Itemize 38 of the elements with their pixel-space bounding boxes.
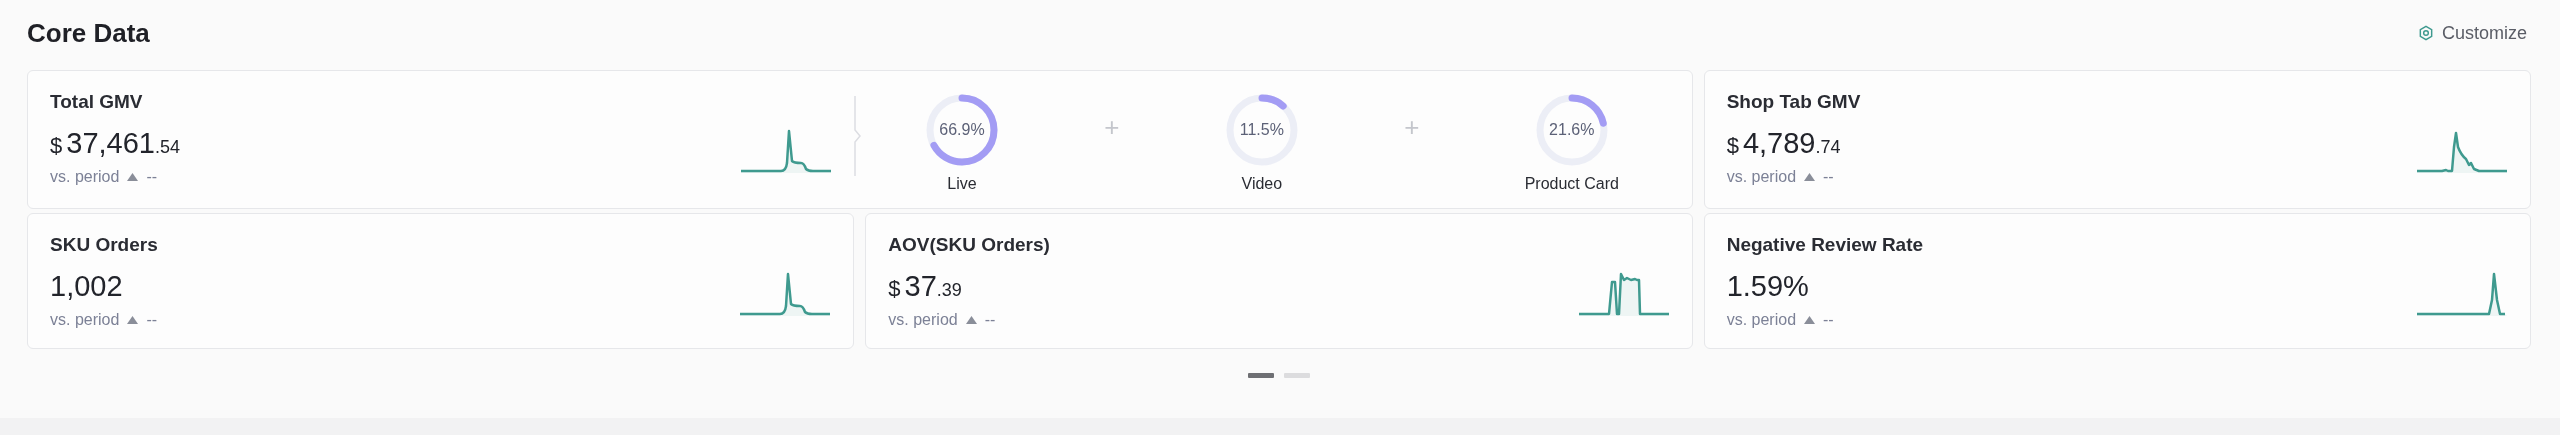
- metric-value: $37.39: [888, 270, 963, 303]
- metric-value: 1.59%: [1726, 270, 1810, 303]
- percent-label: 66.9%: [939, 121, 985, 138]
- settings-icon: [2417, 25, 2434, 41]
- comparison-label: vs. period: [50, 311, 120, 329]
- triangle-up-icon: [1804, 316, 1816, 324]
- change-value: --: [146, 168, 158, 186]
- metric-title: Total GMV: [50, 91, 144, 113]
- plus-sign: +: [1104, 112, 1120, 143]
- channel-label: Video: [1241, 174, 1283, 193]
- channel-label: Live: [947, 174, 977, 193]
- change-value: --: [146, 311, 158, 329]
- metric-title: Negative Review Rate: [1726, 234, 1924, 256]
- metric-title: SKU Orders: [50, 234, 158, 256]
- section-title: Core Data: [27, 17, 150, 49]
- customize-button[interactable]: Customize: [2413, 20, 2531, 46]
- percent-label: 21.6%: [1549, 121, 1595, 138]
- change-value: --: [984, 311, 996, 329]
- channel-label: Product Card: [1524, 174, 1619, 193]
- triangle-up-icon: [1804, 173, 1816, 181]
- triangle-up-icon: [127, 173, 139, 181]
- page-indicator[interactable]: [1284, 373, 1310, 378]
- percent-label: 11.5%: [1239, 121, 1284, 138]
- metric-value: $4,789.74: [1726, 127, 1842, 160]
- metric-value: 1,002: [50, 270, 124, 303]
- page-indicator[interactable]: [1248, 373, 1274, 378]
- comparison-label: vs. period: [888, 311, 958, 329]
- triangle-up-icon: [127, 316, 139, 324]
- triangle-up-icon: [965, 316, 977, 324]
- comparison-label: vs. period: [1726, 168, 1797, 186]
- comparison-label: vs. period: [1726, 311, 1797, 329]
- plus-sign: +: [1404, 112, 1420, 143]
- metric-value: $37,461.54: [50, 127, 180, 160]
- metric-title: Shop Tab GMV: [1726, 91, 1861, 113]
- change-value: --: [1823, 168, 1834, 186]
- comparison-label: vs. period: [50, 168, 120, 186]
- metric-title: AOV(SKU Orders): [888, 234, 1050, 256]
- change-value: --: [1823, 311, 1834, 329]
